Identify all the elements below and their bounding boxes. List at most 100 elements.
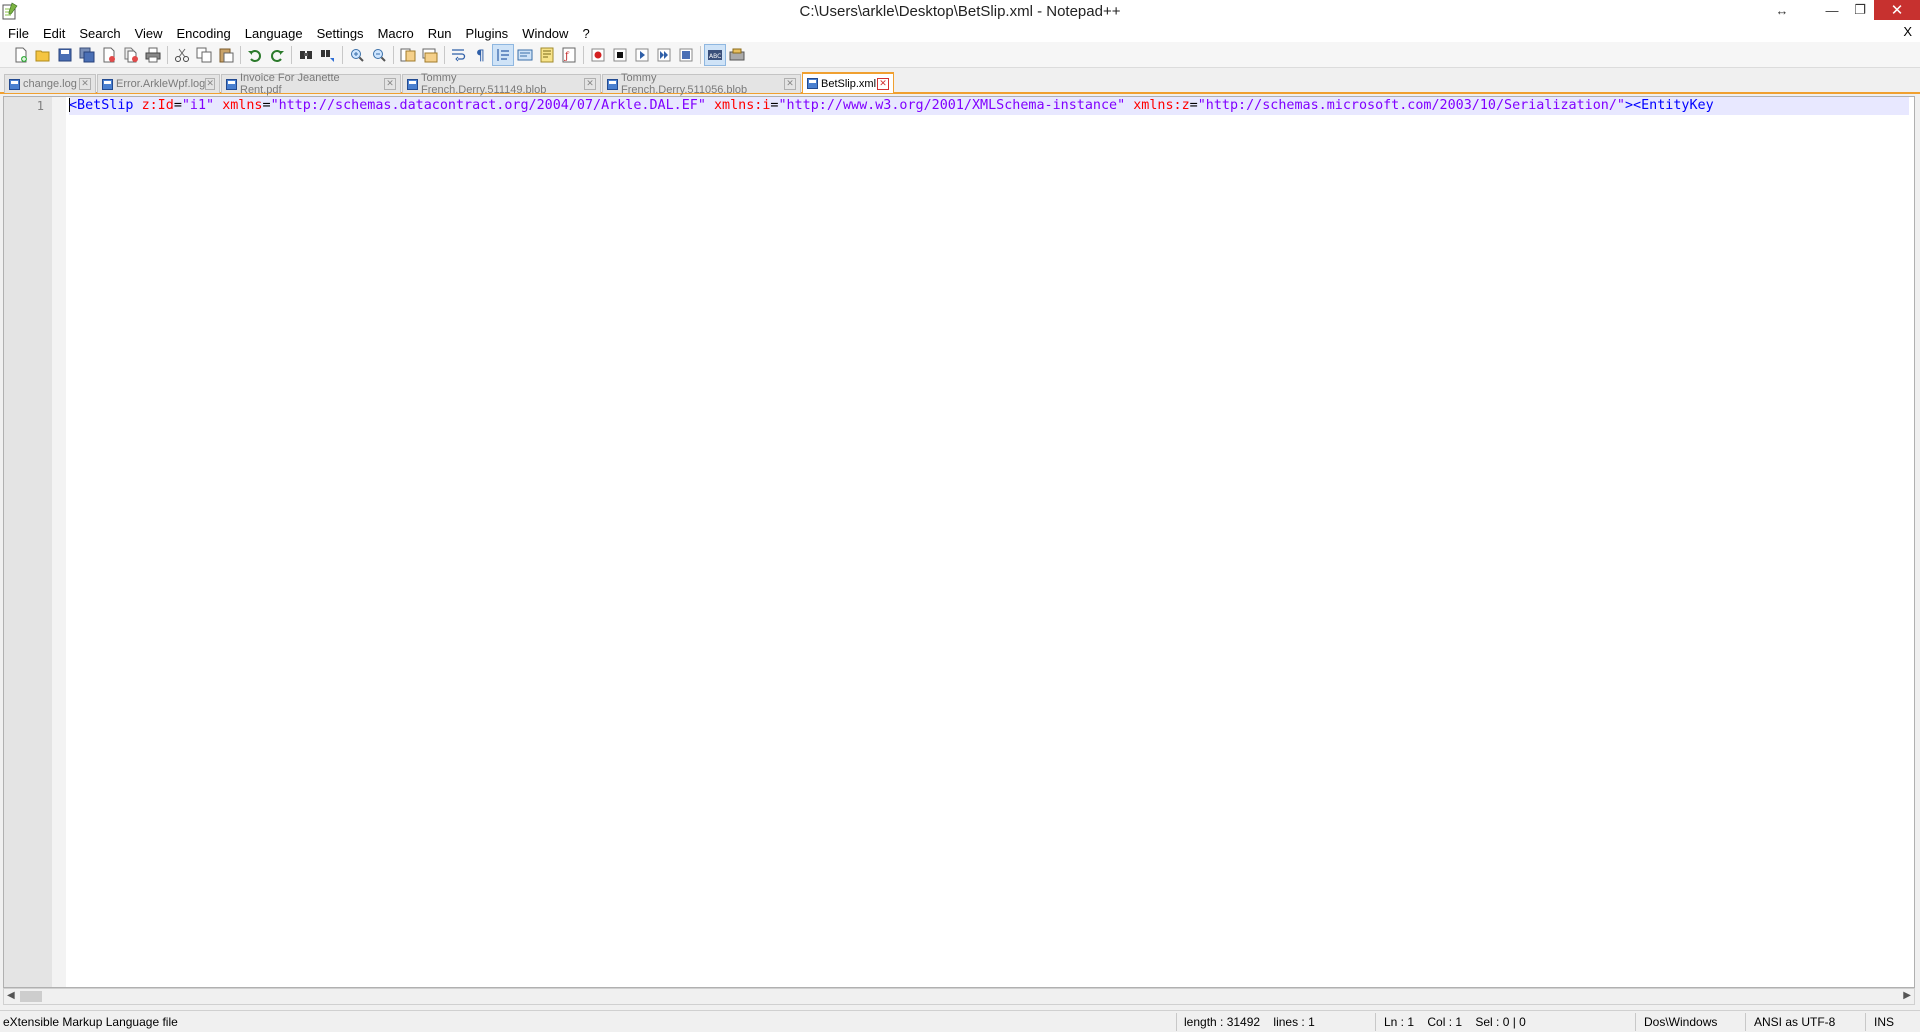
zoom-out-icon[interactable] <box>368 44 390 66</box>
new-file-icon[interactable] <box>10 44 32 66</box>
tab-invoice-pdf[interactable]: Invoice For Jeanette Rent.pdf ✕ <box>221 72 401 96</box>
user-language-icon[interactable] <box>514 44 536 66</box>
word-wrap-icon[interactable] <box>448 44 470 66</box>
tab-label: Invoice For Jeanette Rent.pdf <box>240 72 340 96</box>
indent-guide-icon[interactable] <box>492 43 514 66</box>
close-document-button[interactable]: X <box>1903 24 1912 39</box>
sync-vertical-icon[interactable] <box>397 44 419 66</box>
menu-view[interactable]: View <box>128 26 170 41</box>
toolbar-separator <box>393 45 394 64</box>
tab-betslip-xml[interactable]: BetSlip.xml ✕ <box>802 72 894 93</box>
record-macro-icon[interactable] <box>587 44 609 66</box>
plugin-icon[interactable] <box>726 44 748 66</box>
tab-change-log[interactable]: change.log ✕ <box>4 74 96 93</box>
paste-icon[interactable] <box>215 44 237 66</box>
status-eol-format: Dos\Windows <box>1644 1015 1718 1029</box>
status-divider <box>1375 1013 1376 1031</box>
menu-help[interactable]: ? <box>575 26 596 41</box>
horizontal-scrollbar[interactable]: ◀ ▶ <box>3 988 1915 1005</box>
xml-equals: = <box>262 98 271 113</box>
scrollbar-thumb[interactable] <box>20 991 42 1002</box>
tab-close-icon[interactable]: ✕ <box>205 78 215 90</box>
spell-check-icon[interactable]: ABC <box>704 43 726 66</box>
status-insert-mode: INS <box>1874 1015 1895 1029</box>
file-tab-icon <box>102 78 113 90</box>
function-list-icon[interactable]: ƒ <box>558 44 580 66</box>
tab-label: Error.ArkleWpf.log <box>116 78 206 90</box>
menu-search[interactable]: Search <box>72 26 127 41</box>
cut-icon[interactable] <box>171 44 193 66</box>
window-title: C:\Users\arkle\Desktop\BetSlip.xml - Not… <box>799 3 1121 20</box>
xml-value: "i1" <box>181 98 215 113</box>
tab-error-arklewpf-log[interactable]: Error.ArkleWpf.log ✕ <box>97 74 220 93</box>
menu-edit[interactable]: Edit <box>36 26 72 41</box>
toolbar: ¶ ƒ ABC <box>0 42 1920 68</box>
file-tab-icon <box>226 78 237 90</box>
replace-icon[interactable] <box>317 44 339 66</box>
play-macro-icon[interactable] <box>631 44 653 66</box>
tab-blob-511056[interactable]: Tommy French.Derry.511056.blob ✕ <box>602 72 801 96</box>
toolbar-separator <box>167 45 168 64</box>
tab-close-icon[interactable]: ✕ <box>784 78 796 90</box>
toolbar-separator <box>291 45 292 64</box>
menu-settings[interactable]: Settings <box>310 26 371 41</box>
menu-macro[interactable]: Macro <box>371 26 421 41</box>
menu-language[interactable]: Language <box>238 26 310 41</box>
tab-close-icon[interactable]: ✕ <box>877 77 889 90</box>
status-divider <box>1745 1013 1746 1031</box>
close-window-button[interactable]: ✕ <box>1874 0 1920 20</box>
xml-tag-open: <BetSlip <box>69 98 134 113</box>
sync-horizontal-icon[interactable] <box>419 44 441 66</box>
tab-bar: change.log ✕ Error.ArkleWpf.log ✕ Invoic… <box>0 72 1920 96</box>
menu-window[interactable]: Window <box>515 26 575 41</box>
toolbar-separator <box>342 45 343 64</box>
undo-icon[interactable] <box>244 44 266 66</box>
print-icon[interactable] <box>142 44 164 66</box>
stop-record-icon[interactable] <box>609 44 631 66</box>
status-divider <box>1635 1013 1636 1031</box>
svg-text:ABC: ABC <box>709 53 721 60</box>
svg-text:¶: ¶ <box>476 48 485 63</box>
xml-value: "http://www.w3.org/2001/XMLSchema-instan… <box>778 98 1126 113</box>
close-icon[interactable] <box>98 44 120 66</box>
tab-close-icon[interactable]: ✕ <box>79 78 91 90</box>
tab-label: BetSlip.xml <box>821 77 877 90</box>
save-macro-icon[interactable] <box>675 44 697 66</box>
status-cursor-position: Ln : 1 Col : 1 Sel : 0 | 0 <box>1384 1015 1526 1029</box>
status-divider <box>1865 1013 1866 1031</box>
minimize-button[interactable]: — <box>1818 0 1846 20</box>
redo-icon[interactable] <box>266 44 288 66</box>
scroll-left-icon[interactable]: ◀ <box>7 990 15 1001</box>
editor-area[interactable]: 1 <BetSlip z:Id="i1" xmlns="http://schem… <box>3 96 1915 988</box>
line-number: 1 <box>36 99 44 113</box>
open-file-icon[interactable] <box>32 44 54 66</box>
title-bar: C:\Users\arkle\Desktop\BetSlip.xml - Not… <box>0 0 1920 24</box>
menu-file[interactable]: File <box>0 26 36 41</box>
show-all-characters-icon[interactable]: ¶ <box>470 44 492 66</box>
save-all-icon[interactable] <box>76 44 98 66</box>
menu-encoding[interactable]: Encoding <box>170 26 238 41</box>
run-macro-multiple-icon[interactable] <box>653 44 675 66</box>
file-tab-icon <box>407 78 418 90</box>
document-map-icon[interactable] <box>536 44 558 66</box>
scroll-right-icon[interactable]: ▶ <box>1903 990 1911 1001</box>
maximize-button[interactable]: ❐ <box>1846 0 1874 20</box>
save-icon[interactable] <box>54 44 76 66</box>
menu-run[interactable]: Run <box>421 26 459 41</box>
copy-icon[interactable] <box>193 44 215 66</box>
resize-arrows-icon[interactable]: ↔ <box>1768 0 1796 20</box>
status-encoding: ANSI as UTF-8 <box>1754 1015 1836 1029</box>
find-icon[interactable] <box>295 44 317 66</box>
close-all-icon[interactable] <box>120 44 142 66</box>
toolbar-separator <box>444 45 445 64</box>
menu-plugins[interactable]: Plugins <box>459 26 516 41</box>
fold-margin[interactable] <box>52 97 66 987</box>
tab-blob-511149[interactable]: Tommy French.Derry.511149.blob ✕ <box>402 72 601 96</box>
xml-attribute: z:Id <box>141 98 174 113</box>
xml-attribute: xmlns:i <box>713 98 771 113</box>
zoom-in-icon[interactable] <box>346 44 368 66</box>
tab-close-icon[interactable]: ✕ <box>584 78 596 90</box>
tab-close-icon[interactable]: ✕ <box>384 78 396 90</box>
status-file-type: eXtensible Markup Language file <box>3 1015 178 1029</box>
code-line[interactable]: <BetSlip z:Id="i1" xmlns="http://schemas… <box>69 97 1909 115</box>
